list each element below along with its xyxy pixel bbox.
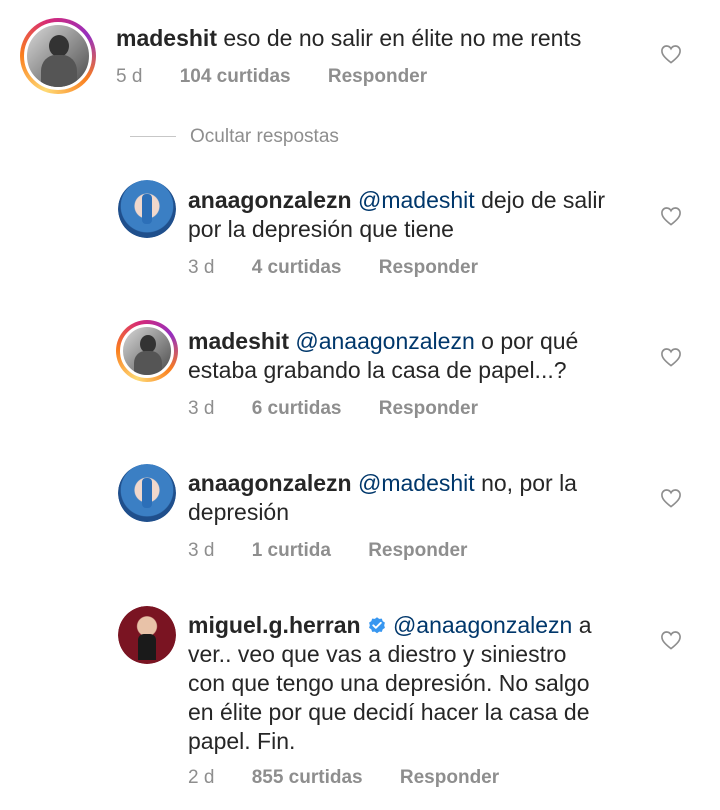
avatar[interactable]: [118, 180, 176, 238]
comment-time: 2 d: [188, 767, 215, 788]
comment-mention[interactable]: @anaagonzalezn: [393, 612, 572, 638]
avatar[interactable]: [20, 18, 96, 94]
comment-likes[interactable]: 855 curtidas: [252, 767, 363, 788]
comment-time: 3 d: [188, 257, 215, 278]
comment-time: 5 d: [116, 66, 143, 87]
heart-icon[interactable]: [660, 347, 682, 367]
comment-body: eso de no salir en élite no me rents: [223, 25, 582, 51]
heart-icon[interactable]: [660, 206, 682, 226]
heart-icon[interactable]: [660, 630, 682, 650]
comment-meta: 3 d 6 curtidas Responder: [188, 398, 510, 420]
comment-body: depresión: [188, 499, 290, 525]
comment-username[interactable]: anaagonzalezn: [188, 187, 352, 213]
comment-body: en élite por que decidí hacer la casa de: [188, 699, 590, 725]
heart-icon[interactable]: [660, 44, 682, 64]
comment-body: dejo de salir: [481, 187, 606, 213]
comment-time: 3 d: [188, 540, 215, 561]
reply-button[interactable]: Responder: [328, 66, 427, 87]
comment-body: por la depresión que tiene: [188, 216, 454, 242]
comment-body: estaba grabando la casa de papel...?: [188, 357, 567, 383]
avatar[interactable]: [118, 464, 176, 522]
comment-body: ver.. veo que vas a diestro y siniestro: [188, 641, 567, 667]
divider: [130, 136, 176, 137]
comment-body: o por qué: [481, 328, 579, 354]
comment-mention[interactable]: @madeshit: [358, 470, 475, 496]
comment-likes[interactable]: 104 curtidas: [180, 66, 291, 87]
comment-mention[interactable]: @anaagonzalezn: [295, 328, 474, 354]
comment-text: miguel.g.herran @anaagonzalezn a ver.. v…: [188, 611, 658, 756]
comment-meta: 3 d 4 curtidas Responder: [188, 257, 510, 279]
comment-text: madeshit eso de no salir en élite no me …: [116, 24, 656, 53]
avatar[interactable]: [118, 606, 176, 664]
reply-button[interactable]: Responder: [368, 540, 467, 561]
comment-username[interactable]: anaagonzalezn: [188, 470, 352, 496]
comment-text: anaagonzalezn @madeshit no, por la depre…: [188, 469, 658, 527]
comment-mention[interactable]: @madeshit: [358, 187, 475, 213]
avatar[interactable]: [116, 320, 178, 382]
comment-likes[interactable]: 6 curtidas: [252, 398, 342, 419]
comment-body: no, por la: [481, 470, 577, 496]
comment-body: a: [578, 612, 592, 638]
comment-likes[interactable]: 1 curtida: [252, 540, 331, 561]
comment-meta: 5 d 104 curtidas Responder: [116, 66, 459, 88]
reply-button[interactable]: Responder: [400, 767, 499, 788]
comment-username[interactable]: madeshit: [116, 25, 217, 51]
comment-username[interactable]: madeshit: [188, 328, 289, 354]
comment-meta: 3 d 1 curtida Responder: [188, 540, 499, 562]
verified-badge-icon: [368, 617, 385, 634]
comment-body: con que tengo una depresión. No salgo: [188, 670, 590, 696]
comment-text: anaagonzalezn @madeshit dejo de salir po…: [188, 186, 658, 244]
heart-icon[interactable]: [660, 488, 682, 508]
reply-button[interactable]: Responder: [379, 398, 478, 419]
hide-replies-label[interactable]: Ocultar respostas: [190, 126, 339, 148]
comment-likes[interactable]: 4 curtidas: [252, 257, 342, 278]
comment-time: 3 d: [188, 398, 215, 419]
comment-text: madeshit @anaagonzalezn o por qué estaba…: [188, 327, 658, 385]
comment-meta: 2 d 855 curtidas Responder: [188, 767, 531, 789]
comment-body: papel. Fin.: [188, 728, 296, 754]
reply-button[interactable]: Responder: [379, 257, 478, 278]
comment-username[interactable]: miguel.g.herran: [188, 612, 361, 638]
